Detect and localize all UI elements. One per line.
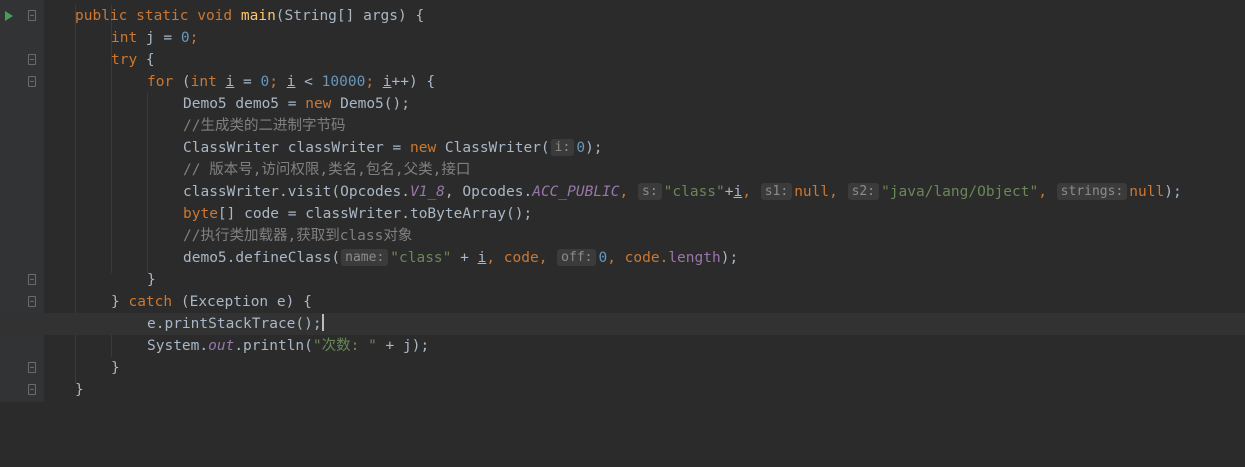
parameter-hint: strings: <box>1056 183 1128 200</box>
code-line-1: public static void main(String[] args) { <box>0 5 1245 27</box>
fold-icon[interactable] <box>28 76 36 87</box>
code-line-13: } <box>0 269 1245 291</box>
parameter-hint: s: <box>638 183 662 200</box>
fold-icon[interactable] <box>28 384 36 395</box>
code-line-6: //生成类的二进制字节码 <box>0 115 1245 137</box>
run-icon[interactable] <box>5 11 13 21</box>
code-line-2: int j = 0; <box>111 30 199 46</box>
code-comment: //执行类加载器,获取到class对象 <box>183 228 413 244</box>
fold-icon[interactable] <box>28 296 36 307</box>
code-line-15: e.printStackTrace(); <box>0 313 1245 335</box>
code-line-16: System.out.println("次数: " + j); <box>147 338 430 354</box>
code-line-14: } catch (Exception e) { <box>0 291 1245 313</box>
parameter-hint: i: <box>550 139 575 156</box>
parameter-hint: off: <box>557 249 597 266</box>
parameter-hint: s1: <box>760 183 793 200</box>
fold-icon[interactable] <box>28 274 36 285</box>
code-line-11: //执行类加载器,获取到class对象 <box>0 225 1245 247</box>
code-line-18: } <box>0 379 1245 401</box>
parameter-hint: s2: <box>847 183 880 200</box>
code-line-9: classWriter.visit(Opcodes.V1_8, Opcodes.… <box>183 183 1182 200</box>
parameter-hint: name: <box>341 249 389 266</box>
code-line-4: for (int i = 0; i < 10000; i++) { <box>0 71 1245 93</box>
code-editor[interactable]: public static void main(String[] args) {… <box>0 5 1245 401</box>
method-name: main <box>240 8 276 24</box>
code-line-10: byte[] code = classWriter.toByteArray(); <box>183 206 533 222</box>
fold-icon[interactable] <box>28 10 36 21</box>
text-caret <box>321 314 324 331</box>
code-line-3: try { <box>0 49 1245 71</box>
code-comment: //生成类的二进制字节码 <box>183 118 346 134</box>
code-line-5: Demo5 demo5 = new Demo5(); <box>183 96 410 112</box>
code-line-8: // 版本号,访问权限,类名,包名,父类,接口 <box>0 159 1245 181</box>
code-line-17: } <box>0 357 1245 379</box>
fold-icon[interactable] <box>28 54 36 65</box>
code-line-7: ClassWriter classWriter = new ClassWrite… <box>183 139 603 156</box>
code-line-12: demo5.defineClass(name: "class" + i, code… <box>183 249 739 266</box>
code-comment: // 版本号,访问权限,类名,包名,父类,接口 <box>183 162 471 178</box>
fold-icon[interactable] <box>28 362 36 373</box>
